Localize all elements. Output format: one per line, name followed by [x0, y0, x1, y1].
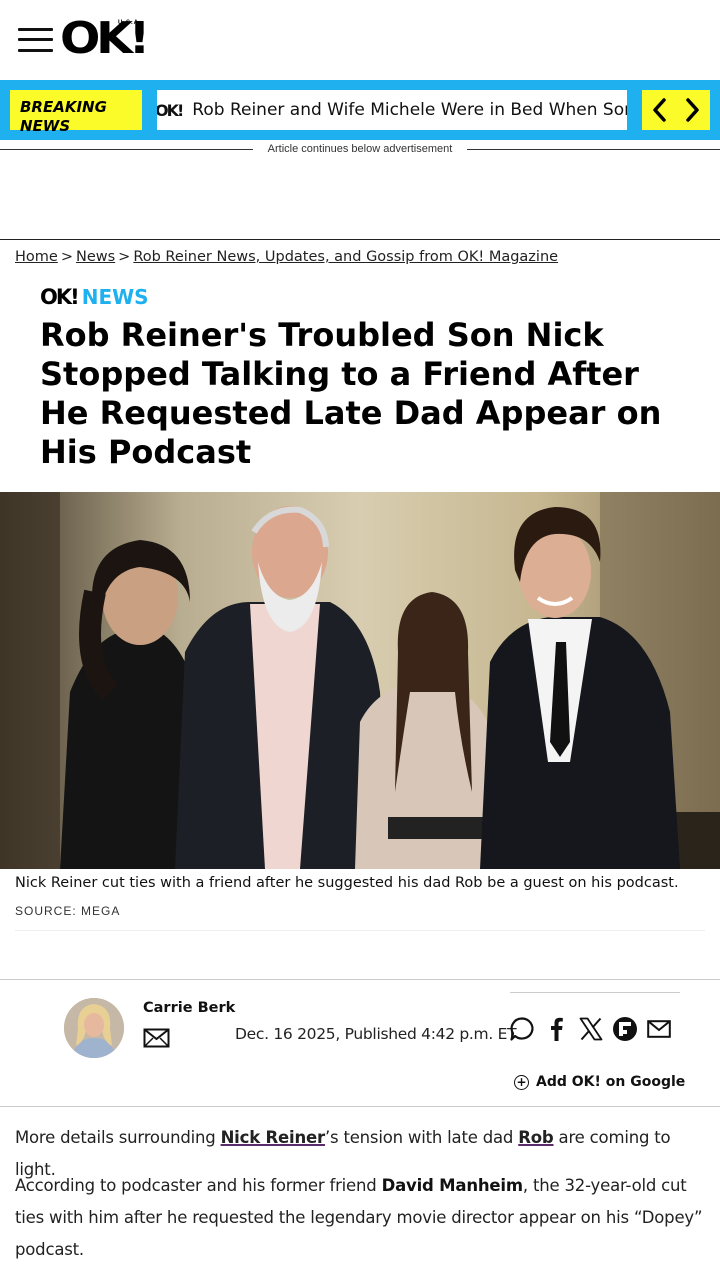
share-divider	[510, 992, 680, 993]
comment-icon[interactable]	[508, 1015, 536, 1043]
breaking-news-label: BREAKING NEWS	[10, 90, 142, 135]
p1-text-start: More details surrounding	[15, 1128, 221, 1147]
link-rob[interactable]: Rob	[518, 1128, 553, 1147]
p1-text-middle: ’s tension with late dad	[324, 1128, 519, 1147]
site-header: OK! U.S.A.	[0, 0, 720, 80]
ticker-logo: OK!	[157, 100, 184, 120]
ad-divider	[0, 239, 720, 240]
facebook-icon[interactable]	[542, 1015, 570, 1043]
byline-divider-bottom	[0, 1106, 720, 1107]
hero-caption: Nick Reiner cut ties with a friend after…	[15, 875, 679, 891]
breadcrumb-news[interactable]: News	[76, 249, 115, 265]
category-logo: OK!	[40, 285, 80, 309]
article-headline: Rob Reiner's Troubled Son Nick Stopped T…	[40, 316, 662, 471]
hero-source: SOURCE: MEGA	[15, 904, 121, 918]
breadcrumb-home[interactable]: Home	[15, 249, 58, 265]
author-avatar[interactable]	[64, 998, 124, 1058]
author-name[interactable]: Carrie Berk	[143, 1000, 235, 1016]
share-bar	[508, 1014, 673, 1044]
flipboard-icon[interactable]	[611, 1015, 639, 1043]
link-nick-reiner[interactable]: Nick Reiner	[221, 1128, 326, 1147]
chevron-right-icon[interactable]	[681, 95, 705, 125]
p2-text-start: According to podcaster and his former fr…	[15, 1176, 382, 1195]
breaking-news-bar: BREAKING NEWS OK! Rob Reiner and Wife Mi…	[0, 80, 720, 140]
publish-date: Dec. 16 2025, Published 4:42 p.m. ET	[235, 1025, 517, 1043]
chevron-left-icon[interactable]	[647, 95, 671, 125]
add-on-google-button[interactable]: + Add OK! on Google	[514, 1074, 685, 1090]
add-on-google-label: Add OK! on Google	[536, 1074, 686, 1090]
breadcrumb: Home > News > Rob Reiner News, Updates, and …	[15, 249, 558, 265]
hero-image	[0, 492, 720, 869]
breadcrumb-section[interactable]: Rob Reiner News, Updates, and Gossip fro…	[133, 249, 558, 265]
logo-sub: U.S.A.	[118, 20, 142, 26]
breadcrumb-separator: >	[118, 249, 131, 265]
p2-bold-name: David Manheim	[381, 1176, 523, 1195]
category-label: NEWS	[81, 285, 149, 309]
x-icon[interactable]	[577, 1015, 605, 1043]
byline-divider-top	[0, 979, 720, 980]
menu-icon[interactable]	[18, 28, 53, 52]
email-icon[interactable]	[645, 1015, 673, 1043]
breadcrumb-separator: >	[60, 249, 73, 265]
article-category[interactable]: OK! NEWS	[40, 285, 149, 309]
caption-divider	[15, 930, 705, 931]
ad-notice: Article continues below advertisement	[0, 142, 720, 156]
article-paragraph-2: According to podcaster and his former fr…	[15, 1170, 710, 1266]
ticker-nav	[642, 90, 710, 130]
breaking-news-ticker[interactable]: OK! Rob Reiner and Wife Michele Were in …	[157, 90, 627, 130]
author-email-icon[interactable]	[143, 1028, 171, 1048]
site-logo[interactable]: OK! U.S.A.	[60, 12, 150, 66]
ticker-headline[interactable]: Rob Reiner and Wife Michele Were in Bed …	[192, 100, 627, 120]
ad-notice-text: Article continues below advertisement	[267, 143, 453, 155]
hero-photo-illustration	[0, 492, 720, 869]
plus-circle-icon: +	[514, 1074, 529, 1090]
